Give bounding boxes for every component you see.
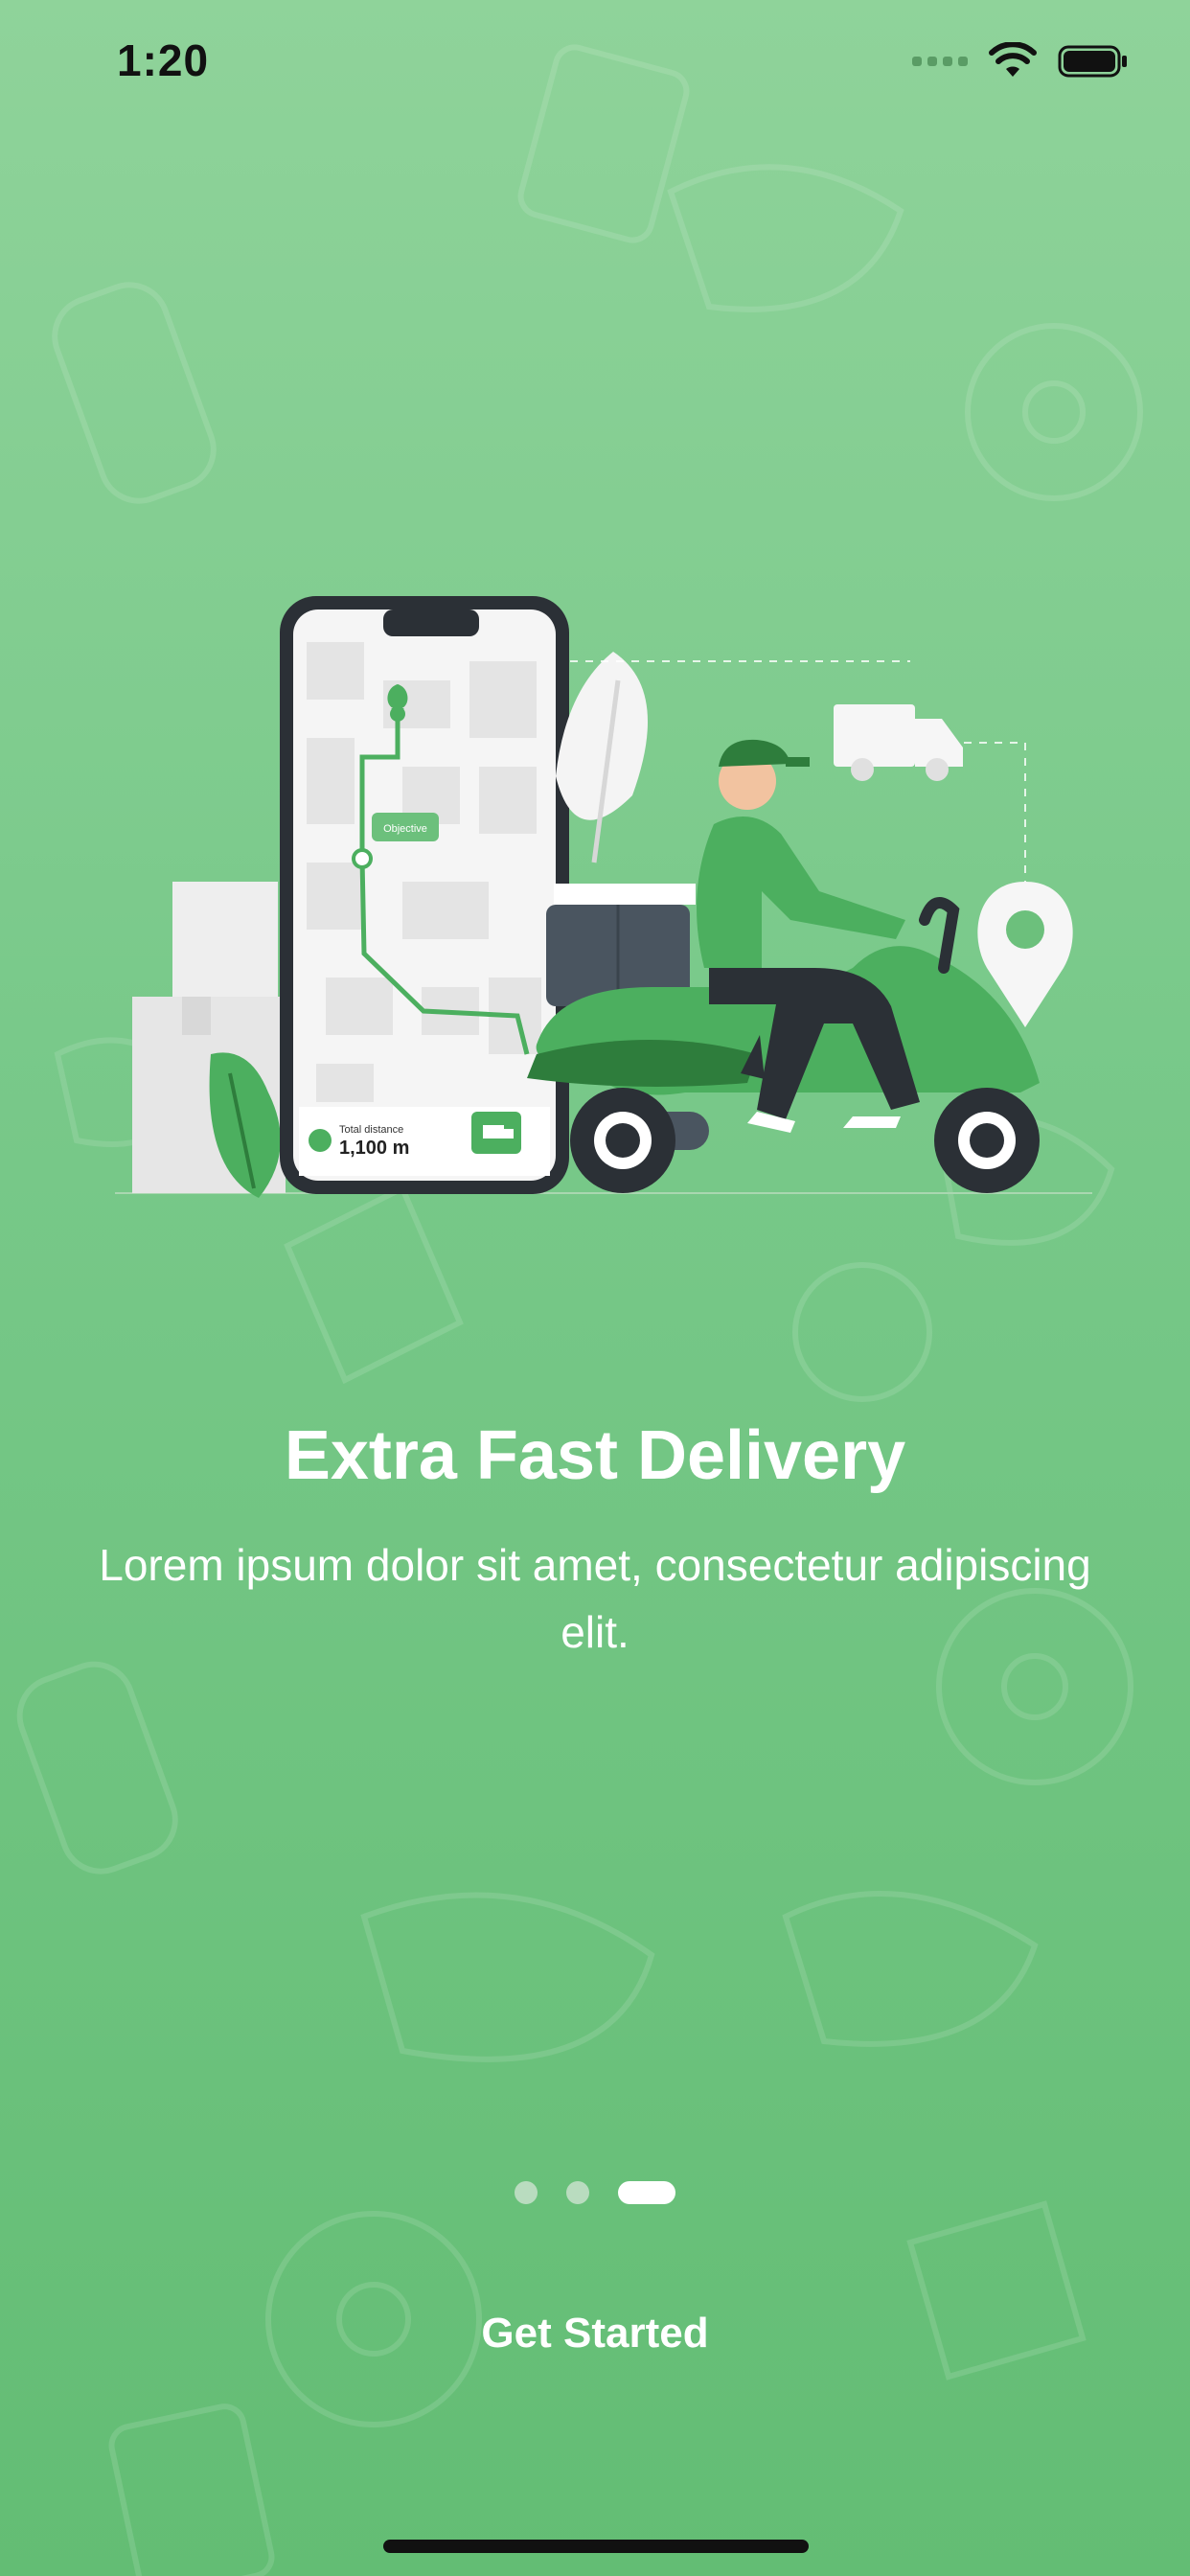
wifi-icon [989, 42, 1037, 77]
battery-icon [1058, 45, 1127, 78]
distance-caption: Total distance [339, 1124, 403, 1136]
status-bar: 1:20 [0, 0, 1190, 134]
cellular-signal-icon [912, 57, 968, 66]
page-indicator [0, 2181, 1190, 2204]
page-dot-1[interactable] [515, 2181, 538, 2204]
plant-icon [556, 652, 648, 863]
page-dot-3-active[interactable] [618, 2181, 675, 2204]
delivery-illustration: Objective Total distance 1,100 m [115, 596, 1092, 1198]
onboarding-title: Extra Fast Delivery [284, 1417, 906, 1494]
status-indicators [912, 42, 1129, 80]
onboarding-subtitle: Lorem ipsum dolor sit amet, consectetur … [99, 1540, 1091, 1657]
objective-label: Objective [383, 823, 427, 835]
get-started-button[interactable]: Get Started [403, 2290, 787, 2377]
truck-icon [834, 704, 963, 781]
phone-map-icon: Objective Total distance 1,100 m [280, 596, 569, 1194]
page-dot-2[interactable] [566, 2181, 589, 2204]
distance-value: 1,100 m [339, 1138, 409, 1159]
home-indicator[interactable] [383, 2540, 809, 2553]
status-time: 1:20 [117, 35, 210, 85]
